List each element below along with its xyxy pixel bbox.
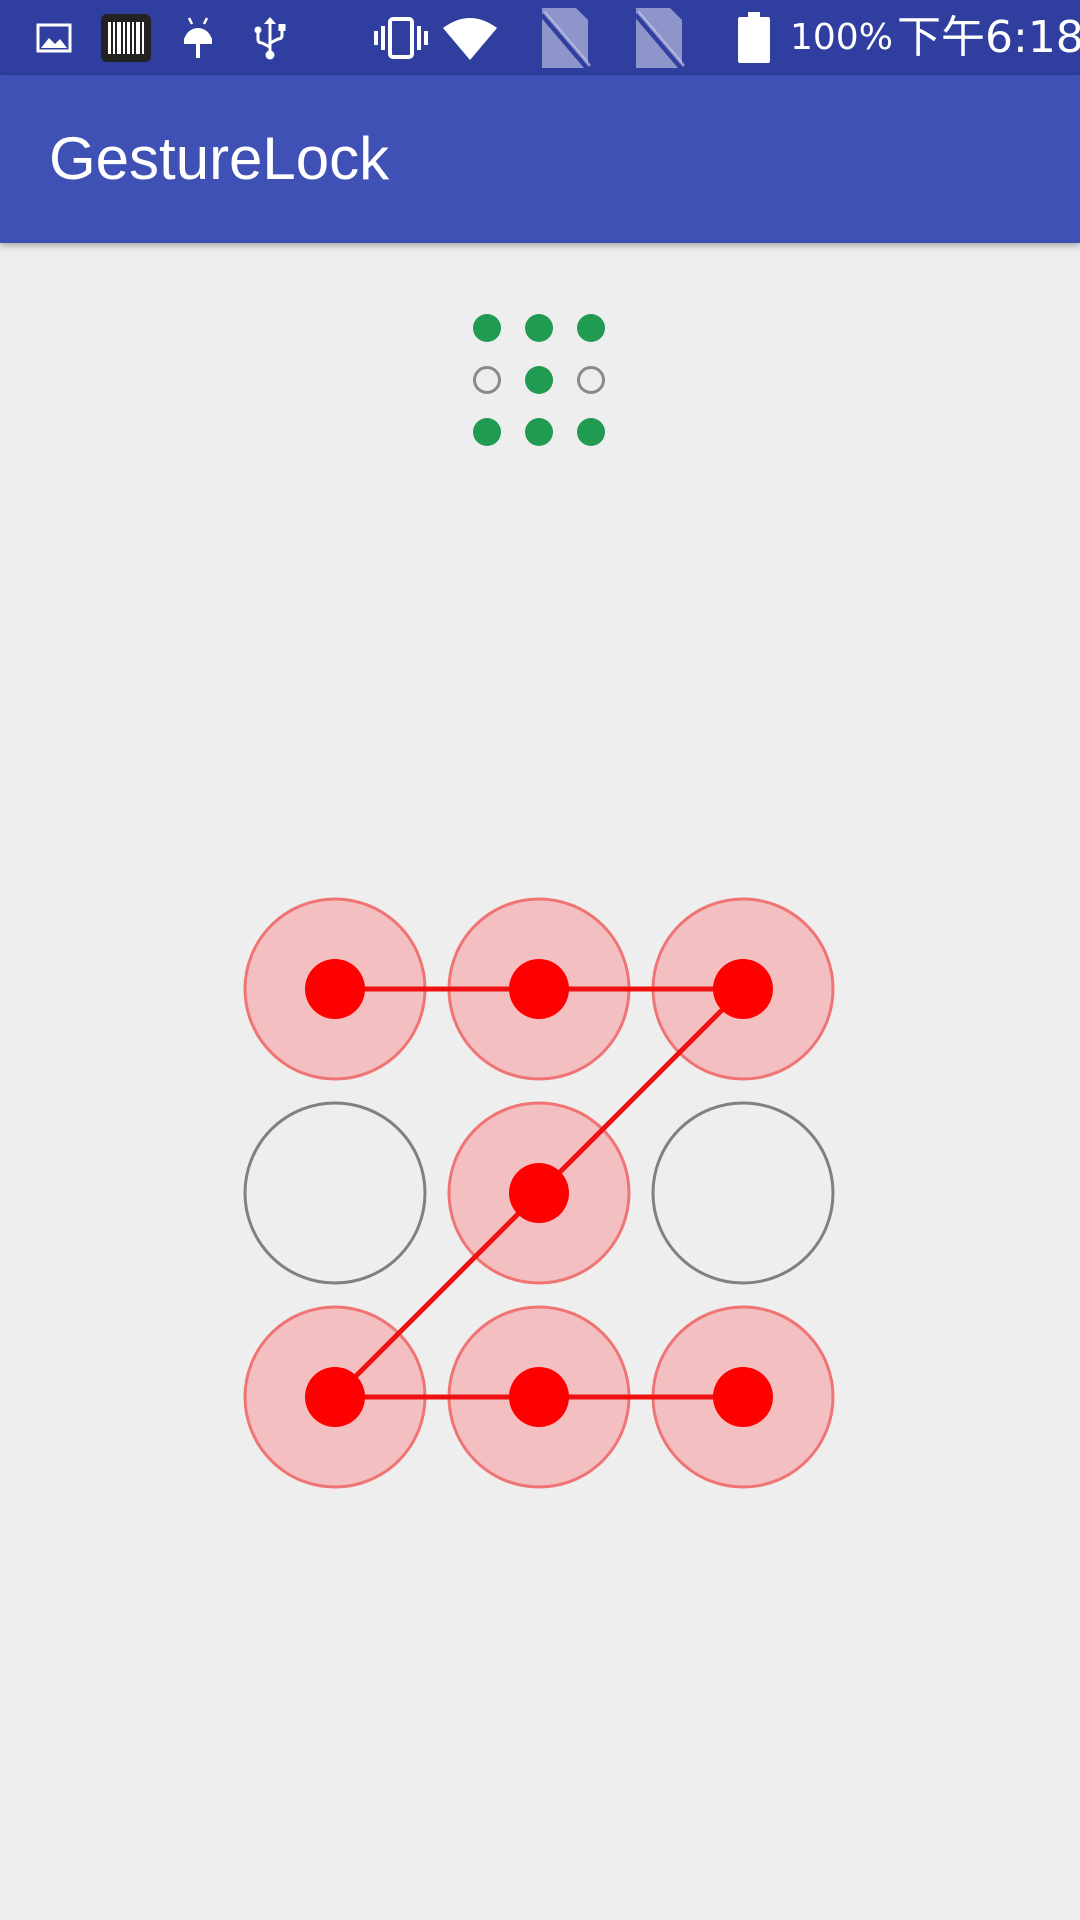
lock-node-dot bbox=[509, 959, 569, 1019]
lock-node-dot bbox=[509, 1367, 569, 1427]
gesture-lock-grid[interactable] bbox=[0, 0, 1080, 1920]
lock-node-dot bbox=[713, 1367, 773, 1427]
lock-node-dot bbox=[509, 1163, 569, 1223]
lock-node-dot bbox=[713, 959, 773, 1019]
lock-node[interactable] bbox=[651, 1101, 835, 1285]
lock-node-dot bbox=[305, 959, 365, 1019]
lock-node[interactable] bbox=[243, 1101, 427, 1285]
lock-node-dot bbox=[305, 1367, 365, 1427]
